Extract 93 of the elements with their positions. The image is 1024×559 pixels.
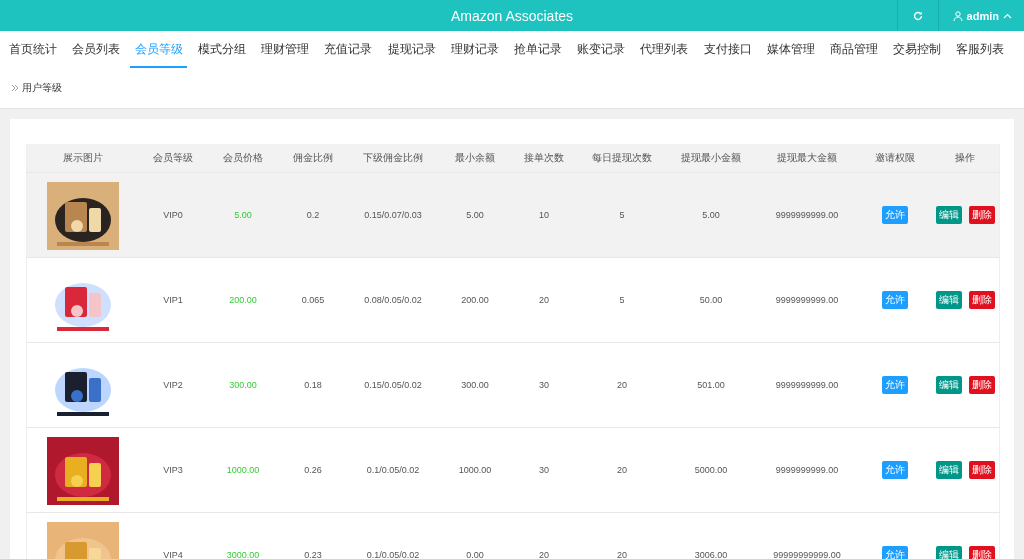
table-cell: 9999999999.00 <box>755 427 859 512</box>
table-cell: 99999999999.00 <box>755 512 859 559</box>
nav-tab[interactable]: 交易控制 <box>888 31 946 68</box>
double-chevron-icon <box>11 84 19 92</box>
table-cell: VIP2 <box>139 342 207 427</box>
table-cell: VIP4 <box>139 512 207 559</box>
column-header: 操作 <box>931 144 1000 172</box>
column-header: 接单次数 <box>511 144 577 172</box>
user-icon <box>952 10 963 21</box>
table-cell: 20 <box>511 512 577 559</box>
column-header: 邀请权限 <box>859 144 931 172</box>
table-cell: 3006.00 <box>667 512 755 559</box>
column-header: 会员价格 <box>207 144 279 172</box>
table-cell: 0.065 <box>279 257 347 342</box>
table-cell: 5.00 <box>667 172 755 257</box>
table-cell: 0.1/0.05/0.02 <box>347 512 439 559</box>
table-cell: 300.00 <box>207 342 279 427</box>
table-cell: 5 <box>577 172 667 257</box>
caret-icon <box>1003 12 1012 19</box>
table-cell: 20 <box>577 342 667 427</box>
table-cell: 20 <box>577 512 667 559</box>
column-header: 提现最大金额 <box>755 144 859 172</box>
column-header: 下级佣金比例 <box>347 144 439 172</box>
table-cell: 20 <box>511 257 577 342</box>
table-cell: 0.15/0.05/0.02 <box>347 342 439 427</box>
table-cell: 9999999999.00 <box>755 257 859 342</box>
table-row[interactable]: VIP0 5.00 0.2 0.15/0.07/0.03 5.00 10 5 5.00 9999999999.00 允许 编辑 删除 <box>26 172 1000 257</box>
edit-button[interactable]: 编辑 <box>935 375 962 394</box>
app-title: Amazon Associates <box>450 7 574 24</box>
table-cell: 200.00 <box>439 257 511 342</box>
table-cell: 5000.00 <box>667 427 755 512</box>
table-cell: 30 <box>511 342 577 427</box>
table-row[interactable]: VIP4 3000.00 0.23 0.1/0.05/0.02 0.00 20 20 3006.00 99999999999.00 允许 编辑 删除 <box>26 512 1000 559</box>
delete-button[interactable]: 删除 <box>968 545 995 559</box>
table-cell: 501.00 <box>667 342 755 427</box>
nav-tab[interactable]: 代理列表 <box>635 31 693 68</box>
delete-button[interactable]: 删除 <box>968 205 995 224</box>
table-cell: 9999999999.00 <box>755 342 859 427</box>
table-cell: 50.00 <box>667 257 755 342</box>
table-cell: 0.2 <box>279 172 347 257</box>
column-header: 佣金比例 <box>279 144 347 172</box>
table-cell: 20 <box>577 427 667 512</box>
column-header: 每日提现次数 <box>577 144 667 172</box>
edit-button[interactable]: 编辑 <box>935 290 962 309</box>
table-cell: 5.00 <box>207 172 279 257</box>
edit-button[interactable]: 编辑 <box>935 545 962 559</box>
nav-tab[interactable]: 商品管理 <box>825 31 883 68</box>
table-cell: 0.15/0.07/0.03 <box>347 172 439 257</box>
table-cell: VIP1 <box>139 257 207 342</box>
table-cell: 5 <box>577 257 667 342</box>
table-cell: 0.00 <box>439 512 511 559</box>
breadcrumb: 用户等级 <box>22 81 62 95</box>
nav-tab[interactable]: 媒体管理 <box>762 31 820 68</box>
nav-tab[interactable]: 理财记录 <box>446 31 504 68</box>
column-header: 会员等级 <box>139 144 207 172</box>
nav-tab[interactable]: 模式分组 <box>193 31 251 68</box>
nav-tab[interactable]: 账变记录 <box>572 31 630 68</box>
table-cell: 0.26 <box>279 427 347 512</box>
nav-tab[interactable]: 抢单记录 <box>509 31 567 68</box>
table-cell: VIP3 <box>139 427 207 512</box>
nav-tab[interactable]: 客服列表 <box>951 31 1009 68</box>
table-cell: 300.00 <box>439 342 511 427</box>
table-cell: 1000.00 <box>207 427 279 512</box>
table-cell: 200.00 <box>207 257 279 342</box>
table-cell: 1000.00 <box>439 427 511 512</box>
nav-tab[interactable]: 提现记录 <box>383 31 441 68</box>
column-header: 提现最小金额 <box>667 144 755 172</box>
table-row[interactable]: VIP3 1000.00 0.26 0.1/0.05/0.02 1000.00 30 20 5000.00 9999999999.00 允许 编辑 删除 <box>26 427 1000 512</box>
table-cell: 9999999999.00 <box>755 172 859 257</box>
column-header: 展示图片 <box>26 144 139 172</box>
table-cell: 0.08/0.05/0.02 <box>347 257 439 342</box>
nav-tab[interactable]: 会员列表 <box>67 31 125 68</box>
nav-tab[interactable]: 充值记录 <box>319 31 377 68</box>
delete-button[interactable]: 删除 <box>968 460 995 479</box>
column-header: 最小余额 <box>439 144 511 172</box>
table-cell: 10 <box>511 172 577 257</box>
table-cell: 0.23 <box>279 512 347 559</box>
nav-tab[interactable]: 理财管理 <box>256 31 314 68</box>
table-cell: 0.18 <box>279 342 347 427</box>
edit-button[interactable]: 编辑 <box>935 205 962 224</box>
refresh-icon <box>912 10 923 21</box>
table-cell: 5.00 <box>439 172 511 257</box>
edit-button[interactable]: 编辑 <box>935 460 962 479</box>
nav-tab[interactable]: 首页统计 <box>4 31 61 68</box>
delete-button[interactable]: 删除 <box>968 290 995 309</box>
table-row[interactable]: VIP2 300.00 0.18 0.15/0.05/0.02 300.00 30 20 501.00 9999999999.00 允许 编辑 删除 <box>26 342 1000 427</box>
nav-tab[interactable]: 支付接口 <box>699 31 757 68</box>
table-cell: VIP0 <box>139 172 207 257</box>
table-row[interactable]: VIP1 200.00 0.065 0.08/0.05/0.02 200.00 20 5 50.00 9999999999.00 允许 编辑 删除 <box>26 257 1000 342</box>
delete-button[interactable]: 删除 <box>968 375 995 394</box>
table-cell: 30 <box>511 427 577 512</box>
table-cell: 0.1/0.05/0.02 <box>347 427 439 512</box>
table-cell: 3000.00 <box>207 512 279 559</box>
